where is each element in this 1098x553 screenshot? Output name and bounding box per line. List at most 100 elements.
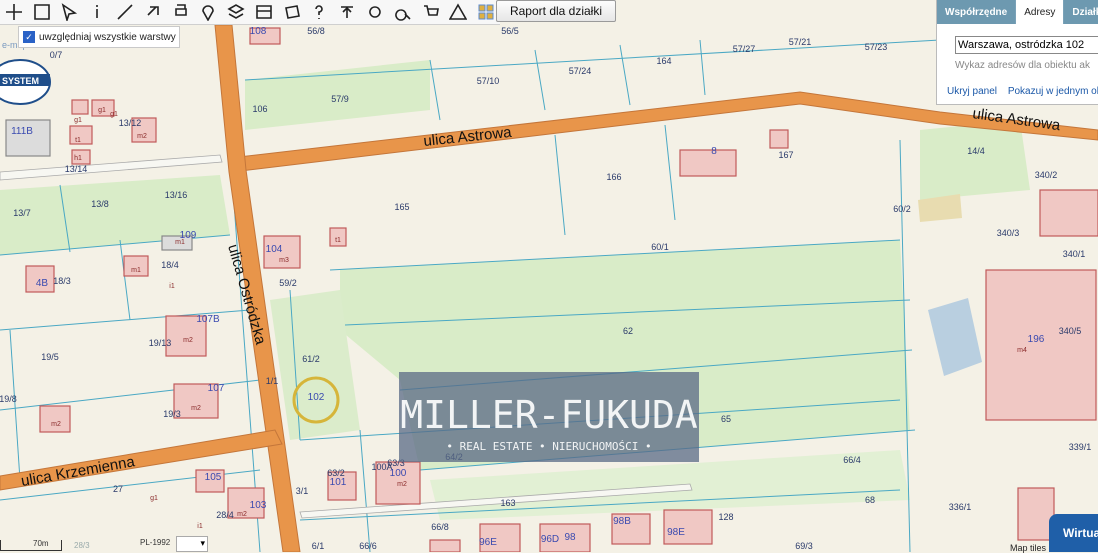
- parcel-label: 336/1: [949, 502, 972, 512]
- parcel-report-button[interactable]: Raport dla działki: [496, 0, 616, 22]
- scale-bar: 70m 28/3: [0, 538, 90, 552]
- parcel-label: 66/6: [359, 541, 377, 551]
- parcel-label: 19/13: [149, 338, 172, 348]
- building-type-label: m2: [51, 421, 61, 428]
- parcel-label: 166: [606, 172, 621, 182]
- building-type-label: g1: [98, 107, 106, 114]
- hide-panel-link[interactable]: Ukryj panel: [947, 86, 997, 97]
- parcel-label: 164: [656, 56, 671, 66]
- color-grid-icon: [478, 4, 494, 20]
- building-type-label: m2: [183, 337, 193, 344]
- panel-links: Ukryj panel Pokazuj w jednym ok: [947, 86, 1098, 97]
- watermark: MILLER-FUKUDA • REAL ESTATE • NIERUCHOMO…: [399, 372, 699, 462]
- parcel-label: 13/12: [119, 118, 142, 128]
- upload-icon: [341, 6, 354, 18]
- side-panel: Współrzędne Adresy Działki Wykaz adresów…: [936, 0, 1098, 105]
- select-icon: [62, 3, 78, 21]
- location-pin-tool-button[interactable]: [194, 0, 222, 24]
- building-number-label: 103: [250, 500, 267, 511]
- info-tool-button[interactable]: [83, 0, 111, 24]
- warning-tool-button[interactable]: [445, 0, 473, 24]
- tab-parcels[interactable]: Działki: [1064, 0, 1098, 24]
- parcel-label: 19/5: [41, 352, 59, 362]
- single-window-link[interactable]: Pokazuj w jednym ok: [1008, 86, 1098, 97]
- crs-label: PL-1992: [140, 538, 171, 547]
- zoom-extent-tool-button[interactable]: [28, 0, 56, 24]
- building-number-label: 96D: [541, 534, 559, 545]
- layers-toggle[interactable]: ✓ uwzględniaj wszystkie warstwy: [18, 26, 180, 48]
- building-type-label: t1: [75, 137, 81, 144]
- building-number-label: 4B: [36, 278, 49, 289]
- upload-tool-button[interactable]: [333, 0, 361, 24]
- building-type-label: m1: [175, 239, 185, 246]
- settings-icon: [369, 6, 381, 18]
- zoom-extent-icon: [33, 4, 50, 20]
- parcel-label: 13/14: [65, 164, 88, 174]
- building-type-label: m2: [397, 481, 407, 488]
- parcel-label: 66/4: [843, 455, 861, 465]
- info-icon: [96, 5, 99, 18]
- parcel-label: 0/7: [50, 50, 63, 60]
- parcel-label: 19/3: [163, 409, 181, 419]
- map-toolbar: [0, 0, 500, 25]
- pan-tool-button[interactable]: [0, 0, 28, 24]
- link-tool-button[interactable]: [139, 0, 167, 24]
- shape-tool-button[interactable]: [278, 0, 306, 24]
- parcel-label: 1/1: [266, 376, 279, 386]
- building-type-label: m2: [191, 405, 201, 412]
- cart-tool-button[interactable]: [417, 0, 445, 24]
- parcel-label: 57/21: [789, 37, 812, 47]
- parcel-label: 106: [252, 104, 267, 114]
- map-canvas[interactable]: ulica Astrowa ulica Astrowa ulica Ostród…: [0, 0, 1098, 552]
- layout-icon: [256, 5, 272, 19]
- print-icon: [174, 4, 187, 16]
- help-icon: [315, 5, 324, 19]
- building-number-label: 101: [330, 477, 347, 488]
- parcel-label: 56/8: [307, 26, 325, 36]
- parcel-label: 6/1: [312, 541, 325, 551]
- layout-tool-button[interactable]: [250, 0, 278, 24]
- parcel-label: 69/3: [795, 541, 813, 551]
- parcel-label: 18/4: [161, 260, 179, 270]
- building-type-label: i1: [169, 283, 175, 290]
- location-pin-icon: [202, 5, 215, 21]
- building-type-label: m1: [131, 267, 141, 274]
- building-type-label: m2: [237, 511, 247, 518]
- scale-label: 70m: [33, 538, 49, 548]
- building-number-label: 196: [1028, 334, 1045, 345]
- tab-coordinates[interactable]: Współrzędne: [937, 0, 1017, 24]
- measure-tool-button[interactable]: [111, 0, 139, 24]
- building-type-label: g1: [110, 111, 118, 118]
- virtual-tour-button[interactable]: Wirtua: [1049, 514, 1098, 552]
- pan-icon: [5, 4, 22, 20]
- measure-icon: [117, 4, 133, 20]
- address-input[interactable]: [955, 36, 1098, 54]
- print-tool-button[interactable]: [167, 0, 195, 24]
- panel-tabs: Współrzędne Adresy Działki: [937, 0, 1098, 24]
- crs-dropdown[interactable]: ▾: [176, 536, 208, 552]
- building-type-label: t1: [335, 237, 341, 244]
- building-number-label: 111B: [11, 126, 33, 137]
- layers-tool-button[interactable]: [222, 0, 250, 24]
- parcel-label: 165: [394, 202, 409, 212]
- building-number-label: 100: [390, 468, 407, 479]
- shape-icon: [284, 5, 300, 19]
- svg-text:SYSTEM: SYSTEM: [2, 76, 39, 86]
- parcel-label: 167: [778, 150, 793, 160]
- layers-icon: [227, 4, 245, 19]
- search-map-tool-button[interactable]: [389, 0, 417, 24]
- parcel-label: 339/1: [1069, 442, 1092, 452]
- select-tool-button[interactable]: [56, 0, 84, 24]
- scale-segment: 70m: [0, 538, 62, 551]
- checkbox-icon[interactable]: ✓: [23, 31, 35, 43]
- help-tool-button[interactable]: [306, 0, 334, 24]
- parcel-label: 19/8: [0, 394, 17, 404]
- parcel-label: 57/23: [865, 42, 888, 52]
- parcel-label: 13/7: [13, 208, 31, 218]
- warning-icon: [449, 3, 468, 20]
- parcel-label: 59/2: [279, 278, 297, 288]
- settings-tool-button[interactable]: [361, 0, 389, 24]
- tab-addresses[interactable]: Adresy: [1016, 0, 1065, 24]
- address-hint: Wykaz adresów dla obiektu ak: [955, 60, 1090, 71]
- building-type-label: g1: [150, 495, 158, 502]
